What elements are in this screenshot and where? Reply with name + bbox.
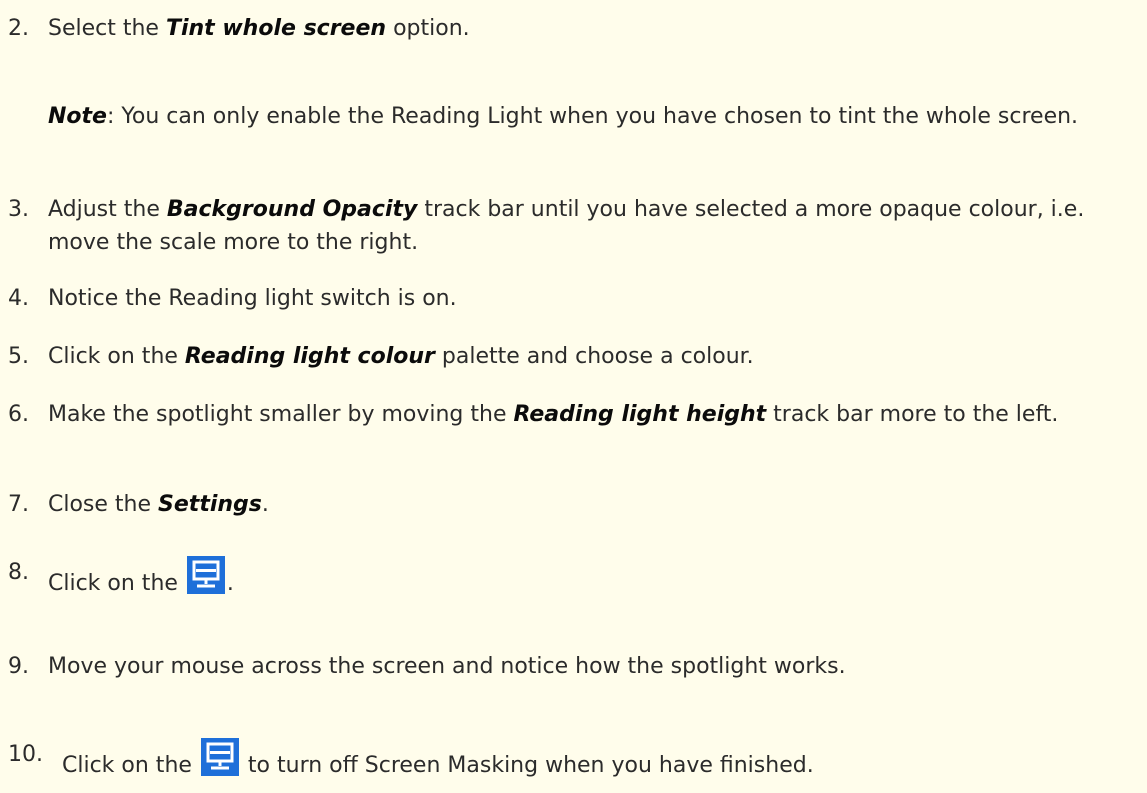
step-number: 10. <box>8 742 43 767</box>
step-text-before: Close the <box>48 492 159 517</box>
step-text-after: . <box>261 492 269 517</box>
screen-masking-icon[interactable] <box>200 738 239 776</box>
step-text-before: Select the <box>48 16 166 41</box>
step-text-after: . <box>226 571 234 596</box>
settings-label: Settings <box>158 492 262 517</box>
note-text: : You can only enable the Reading Light … <box>106 104 1079 129</box>
step-number: 9. <box>8 654 29 679</box>
step-text: Adjust the Background Opacity track bar … <box>48 193 1143 259</box>
step-number: 4. <box>8 286 29 311</box>
step-text: Move your mouse across the screen and no… <box>48 654 846 679</box>
step-text: Select the Tint whole screen option. <box>48 12 1143 45</box>
step-text: Make the spotlight smaller by moving the… <box>48 398 1143 431</box>
background-opacity-label: Background Opacity <box>166 197 418 222</box>
reading-light-colour-label: Reading light colour <box>184 344 435 369</box>
tint-whole-screen-option: Tint whole screen <box>165 16 387 41</box>
screen-masking-icon[interactable] <box>186 556 225 594</box>
step-text-before: Click on the <box>48 571 185 596</box>
step-number: 6. <box>8 402 29 427</box>
step-number: 3. <box>8 197 29 222</box>
step-text-before: Adjust the <box>48 197 167 222</box>
step-text: Click on the to turn off Screen Masking … <box>62 738 1147 782</box>
step-text-before: Click on the <box>62 753 199 778</box>
step-text-after: option. <box>386 16 470 41</box>
step-text: Close the Settings. <box>48 488 1143 521</box>
note-label: Note <box>48 104 107 129</box>
step-number: 8. <box>8 560 29 585</box>
note: Note: You can only enable the Reading Li… <box>48 100 1143 133</box>
step-text-after: to turn off Screen Masking when you have… <box>240 753 814 778</box>
step-text: Notice the Reading light switch is on. <box>48 286 457 311</box>
step-number: 7. <box>8 492 29 517</box>
step-text-before: Make the spotlight smaller by moving the <box>48 402 514 427</box>
reading-light-height-label: Reading light height <box>513 402 767 427</box>
step-number: 2. <box>8 16 29 41</box>
step-text: Click on the Reading light colour palett… <box>48 340 1143 373</box>
step-text-after: palette and choose a colour. <box>434 344 754 369</box>
step-text-after: track bar more to the left. <box>766 402 1059 427</box>
step-number: 5. <box>8 344 29 369</box>
step-text: Click on the . <box>48 556 1143 600</box>
step-text-before: Click on the <box>48 344 185 369</box>
